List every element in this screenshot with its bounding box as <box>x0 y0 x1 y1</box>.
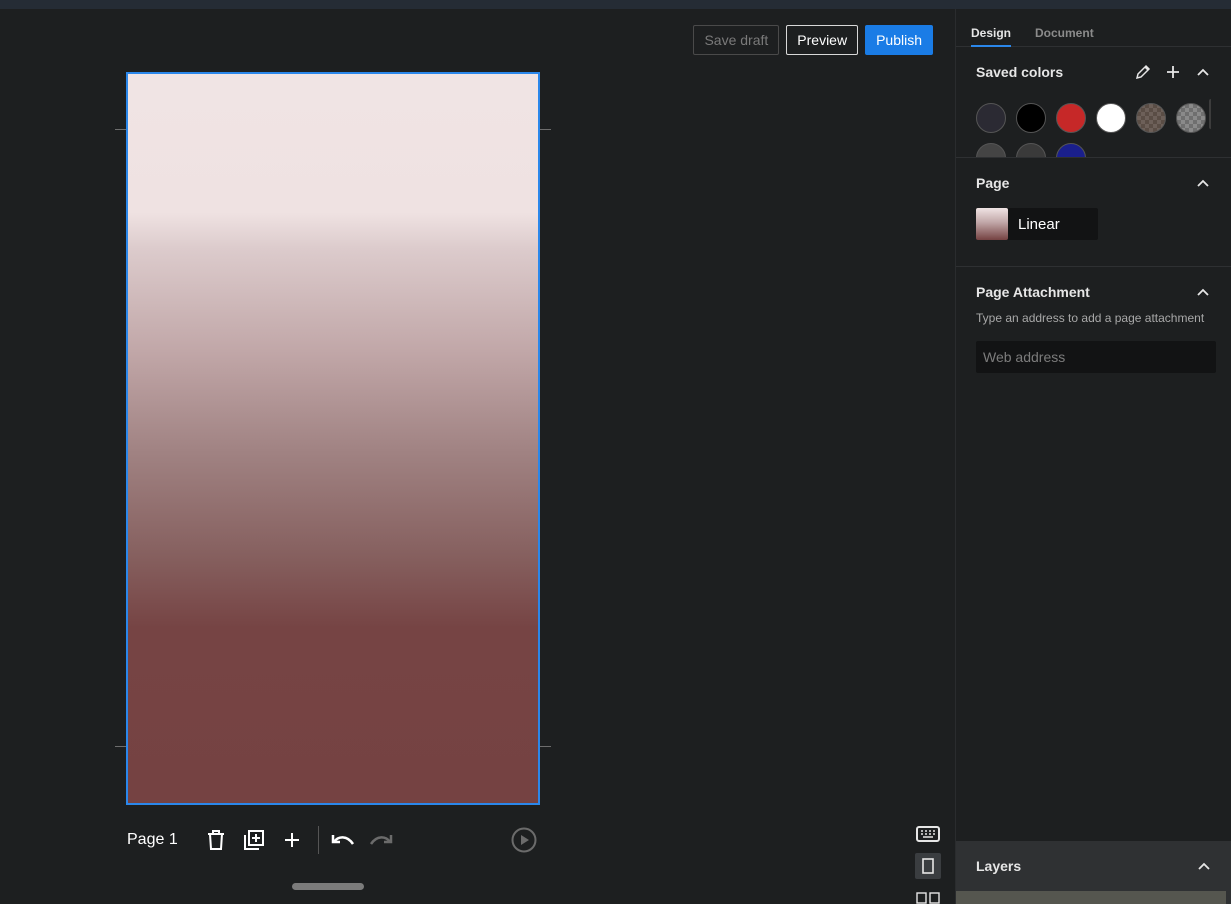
layers-panel: Layers <box>956 841 1231 904</box>
chevron-up-icon[interactable] <box>1195 175 1211 191</box>
chevron-up-icon[interactable] <box>1195 284 1211 300</box>
plus-icon[interactable] <box>278 826 306 854</box>
safe-zone-guide <box>115 746 126 747</box>
redo-icon[interactable] <box>367 826 395 854</box>
page-number-label: Page 1 <box>127 831 178 848</box>
page-section: Page Linear <box>956 158 1231 267</box>
design-sidebar: Design Document Saved colors Page Linear… <box>955 9 1231 904</box>
editor-workspace: Save draft Preview Publish Page 1 <box>0 9 955 904</box>
safe-zone-guide <box>115 129 126 130</box>
header-actions: Save draft Preview Publish <box>693 25 933 55</box>
web-address-input[interactable] <box>976 341 1216 373</box>
color-swatch[interactable] <box>976 103 1006 133</box>
grid-view-icon[interactable] <box>915 885 941 904</box>
page-section-title: Page <box>976 175 1010 191</box>
page-attachment-title: Page Attachment <box>976 284 1090 300</box>
sidebar-tabs: Design Document <box>956 9 1231 47</box>
gradient-preview <box>976 208 1008 240</box>
carousel-scroll-handle[interactable] <box>292 883 364 890</box>
swatch-scrollbar[interactable] <box>1209 99 1211 129</box>
color-swatch[interactable] <box>1136 103 1166 133</box>
tab-design[interactable]: Design <box>971 9 1012 47</box>
add-color-icon[interactable] <box>1165 64 1181 80</box>
toolbar-divider <box>317 826 319 854</box>
keyboard-icon[interactable] <box>915 821 941 847</box>
trash-icon[interactable] <box>202 826 230 854</box>
attachment-hint: Type an address to add a page attachment <box>976 311 1205 325</box>
fill-type-label: Linear <box>1018 215 1060 233</box>
view-tools <box>915 821 943 904</box>
color-swatch[interactable] <box>1096 103 1126 133</box>
layer-item[interactable] <box>956 891 1226 904</box>
top-strip <box>0 0 1231 9</box>
saved-colors-grid <box>976 97 1211 157</box>
duplicate-icon[interactable] <box>240 826 268 854</box>
color-swatch[interactable] <box>976 143 1006 157</box>
chevron-up-icon[interactable] <box>1195 64 1211 80</box>
page-action-bar: Page 1 <box>127 825 539 855</box>
color-swatch[interactable] <box>1176 103 1206 133</box>
chevron-up-icon[interactable] <box>1196 858 1212 874</box>
color-swatch[interactable] <box>1016 143 1046 157</box>
play-icon[interactable] <box>511 827 537 853</box>
color-swatch[interactable] <box>1016 103 1046 133</box>
layers-title: Layers <box>976 858 1022 874</box>
safe-zone-guide <box>540 746 551 747</box>
story-page-canvas[interactable] <box>126 72 540 805</box>
color-swatch[interactable] <box>1056 143 1086 157</box>
page-background-fill[interactable]: Linear <box>976 208 1098 240</box>
tab-document[interactable]: Document <box>1035 9 1094 47</box>
edit-pencil-icon[interactable] <box>1135 64 1151 80</box>
saved-colors-title: Saved colors <box>976 64 1064 80</box>
publish-button[interactable]: Publish <box>865 25 933 55</box>
color-swatch[interactable] <box>1056 103 1086 133</box>
saved-colors-section: Saved colors <box>956 47 1231 158</box>
page-view-icon[interactable] <box>915 853 941 879</box>
page-attachment-section: Page Attachment Type an address to add a… <box>956 267 1231 373</box>
safe-zone-guide <box>540 129 551 130</box>
undo-icon[interactable] <box>329 826 357 854</box>
preview-button[interactable]: Preview <box>786 25 859 55</box>
save-draft-button[interactable]: Save draft <box>693 25 780 55</box>
